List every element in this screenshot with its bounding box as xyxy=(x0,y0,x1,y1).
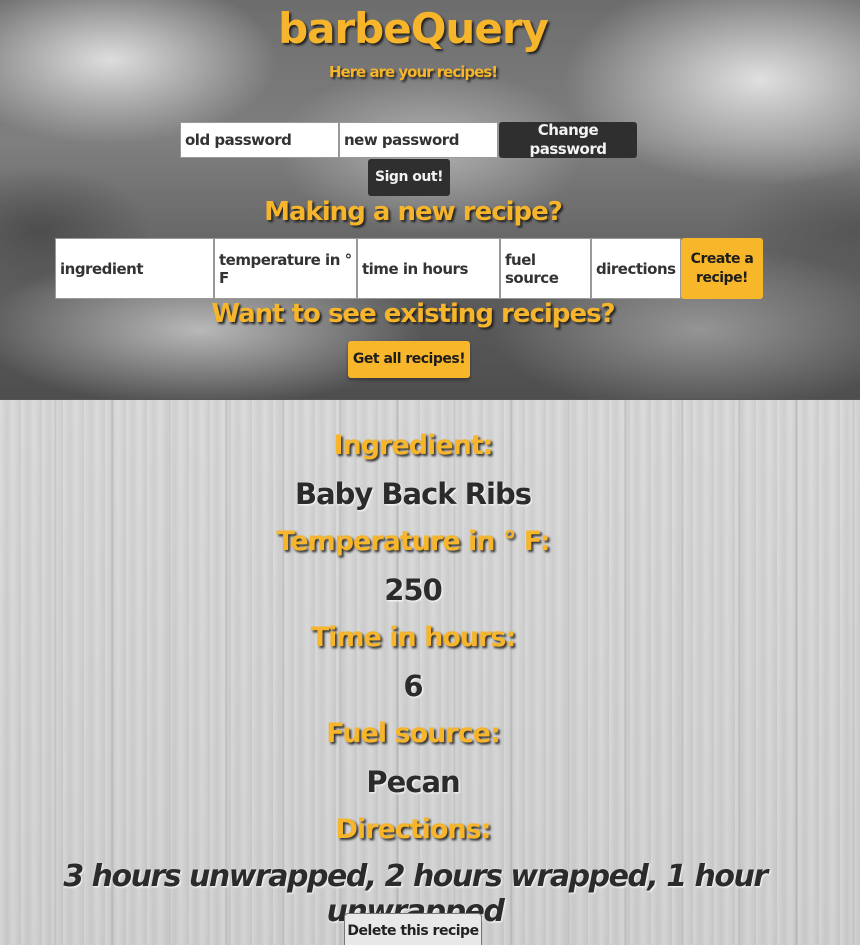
fuel-source-value: Pecan xyxy=(366,765,460,799)
time-label: Time in hours: xyxy=(310,622,517,653)
time-input[interactable]: time in hours xyxy=(357,238,500,299)
fuel-source-label: Fuel source: xyxy=(326,718,501,749)
existing-recipes-heading: Want to see existing recipes? xyxy=(211,299,615,329)
create-recipe-button[interactable]: Create a recipe! xyxy=(681,238,763,299)
fuel-source-input[interactable]: fuel source xyxy=(500,238,591,299)
ingredient-value: Baby Back Ribs xyxy=(295,477,532,511)
get-all-recipes-button[interactable]: Get all recipes! xyxy=(348,341,470,378)
temperature-value: 250 xyxy=(384,573,443,607)
app-subtitle: Here are your recipes! xyxy=(328,63,498,81)
change-password-button[interactable]: Change password xyxy=(499,121,637,158)
ingredient-label: Ingredient: xyxy=(333,430,493,461)
create-recipe-heading: Making a new recipe? xyxy=(264,197,563,227)
time-value: 6 xyxy=(403,669,423,703)
directions-input[interactable]: directions xyxy=(591,238,681,299)
app-title: barbeQuery xyxy=(278,4,549,53)
temperature-input[interactable]: temperature in ° F xyxy=(214,238,357,299)
directions-label: Directions: xyxy=(335,814,491,845)
ingredient-input[interactable]: ingredient xyxy=(55,238,214,299)
delete-recipe-button[interactable]: Delete this recipe xyxy=(344,913,482,945)
sign-out-button[interactable]: Sign out! xyxy=(368,159,450,196)
temperature-label: Temperature in ° F: xyxy=(276,526,550,557)
new-password-input[interactable]: new password xyxy=(339,122,498,158)
old-password-input[interactable]: old password xyxy=(180,122,339,158)
